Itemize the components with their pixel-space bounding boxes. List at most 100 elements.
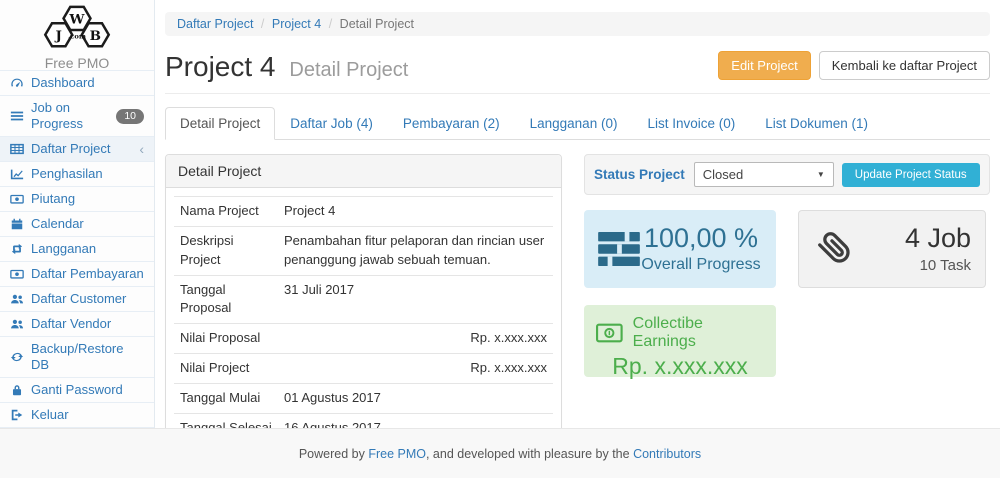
sidebar-item-dashboard[interactable]: Dashboard <box>0 70 154 95</box>
tab-content: Detail Project Nama Project Project 4 De… <box>165 154 990 428</box>
svg-text:B: B <box>90 28 101 44</box>
list-icon <box>10 109 24 123</box>
stat-boxes-row-2: Collectibe Earnings Rp. x.xxx.xxx <box>584 305 990 377</box>
tab-pembayaran[interactable]: Pembayaran (2) <box>388 107 515 140</box>
table-icon <box>10 142 24 156</box>
progress-text: 100,00 % Overall Progress <box>640 224 762 275</box>
row-value: 01 Agustus 2017 <box>278 383 553 413</box>
svg-text:W: W <box>68 12 85 28</box>
sidebar-item-label: Daftar Customer <box>31 291 126 307</box>
contributors-link[interactable]: Contributors <box>633 447 701 461</box>
tab-langganan[interactable]: Langganan (0) <box>515 107 633 140</box>
sidebar-item-ganti-password[interactable]: Ganti Password <box>0 377 154 402</box>
detail-project-panel: Detail Project Nama Project Project 4 De… <box>165 154 562 428</box>
money-icon <box>596 323 623 343</box>
sidebar-item-label: Backup/Restore DB <box>31 341 144 373</box>
right-column: Status Project Closed ▼ Update Project S… <box>584 154 990 428</box>
breadcrumb-separator: / <box>261 17 264 31</box>
table-row: Tanggal Proposal 31 Juli 2017 <box>174 275 553 324</box>
status-project-label: Status Project <box>594 167 685 182</box>
earnings-header: Collectibe Earnings <box>596 315 764 351</box>
tab-list-invoice[interactable]: List Invoice (0) <box>632 107 750 140</box>
tab-daftar-job[interactable]: Daftar Job (4) <box>275 107 388 140</box>
edit-project-button[interactable]: Edit Project <box>718 51 810 80</box>
header-buttons: Edit Project Kembali ke daftar Project <box>718 51 990 80</box>
sidebar-item-label: Ganti Password <box>31 382 123 398</box>
row-value: Rp. x.xxx.xxx <box>278 324 553 354</box>
footer: Powered by Free PMO, and developed with … <box>0 428 1000 478</box>
sidebar-item-backup-restore-db[interactable]: Backup/Restore DB <box>0 336 154 377</box>
paperclip-icon <box>813 226 859 272</box>
money-icon <box>10 192 24 206</box>
sidebar-item-daftar-vendor[interactable]: Daftar Vendor <box>0 311 154 336</box>
jobs-value: 4 Job <box>859 224 971 254</box>
sidebar-item-daftar-pembayaran[interactable]: Daftar Pembayaran <box>0 261 154 286</box>
row-value: 16 Agustus 2017 <box>278 413 553 428</box>
progress-value: 100,00 % <box>640 224 762 254</box>
jobs-caption: 10 Task <box>859 257 971 274</box>
users-icon <box>10 292 24 306</box>
lock-icon <box>10 383 24 397</box>
sidebar-nav: Dashboard Job on Progress 10 Daftar Proj… <box>0 70 154 428</box>
sidebar-item-label: Job on Progress <box>31 100 109 132</box>
update-project-status-button[interactable]: Update Project Status <box>842 163 980 187</box>
sidebar-item-label: Piutang <box>31 191 75 207</box>
jobs-text: 4 Job 10 Task <box>859 224 971 274</box>
footer-middle: , and developed with pleasure by the <box>426 447 633 461</box>
footer-text: Powered by Free PMO, and developed with … <box>299 447 701 461</box>
sidebar-item-label: Calendar <box>31 216 84 232</box>
table-row: Nilai Project Rp. x.xxx.xxx <box>174 354 553 384</box>
breadcrumb: Daftar Project / Project 4 / Detail Proj… <box>165 12 990 36</box>
tab-bar: Detail Project Daftar Job (4) Pembayaran… <box>165 107 990 140</box>
page-subtitle: Detail Project <box>289 59 408 81</box>
sidebar-item-keluar[interactable]: Keluar <box>0 402 154 427</box>
free-pmo-link[interactable]: Free PMO <box>368 447 426 461</box>
page-title: Project 4 <box>165 51 276 82</box>
sidebar-item-daftar-project[interactable]: Daftar Project ‹ <box>0 136 154 161</box>
row-label: Nilai Proposal <box>174 324 278 354</box>
sidebar-item-daftar-customer[interactable]: Daftar Customer <box>0 286 154 311</box>
chevron-left-icon: ‹ <box>139 143 144 155</box>
sidebar-item-label: Daftar Project <box>31 141 110 157</box>
refresh-icon <box>10 350 24 364</box>
breadcrumb-current: Detail Project <box>340 17 414 31</box>
app-layout: W J B .com Free PMO Dashboard Job on Pro… <box>0 0 1000 428</box>
progress-caption: Overall Progress <box>640 256 762 274</box>
page-title-group: Project 4 Detail Project <box>165 47 408 84</box>
sidebar-item-job-on-progress[interactable]: Job on Progress 10 <box>0 95 154 136</box>
tab-list-dokumen[interactable]: List Dokumen (1) <box>750 107 883 140</box>
sidebar-item-label: Penghasilan <box>31 166 103 182</box>
sidebar-item-calendar[interactable]: Calendar <box>0 211 154 236</box>
breadcrumb-project-4[interactable]: Project 4 <box>272 17 321 31</box>
table-row: Tanggal Selesai 16 Agustus 2017 <box>174 413 553 428</box>
page-header: Project 4 Detail Project Edit Project Ke… <box>165 47 990 94</box>
panel-body: Nama Project Project 4 Deskripsi Project… <box>166 188 561 428</box>
tab-detail-project[interactable]: Detail Project <box>165 107 275 140</box>
tasks-icon <box>598 231 640 267</box>
status-project-bar: Status Project Closed ▼ Update Project S… <box>584 154 990 195</box>
logo: W J B .com Free PMO <box>0 0 154 70</box>
svg-text:J: J <box>55 28 62 44</box>
money-icon <box>10 267 24 281</box>
table-row: Deskripsi Project Penambahan fitur pelap… <box>174 226 553 275</box>
footer-prefix: Powered by <box>299 447 368 461</box>
sidebar-item-label: Dashboard <box>31 75 95 91</box>
row-label: Deskripsi Project <box>174 226 278 275</box>
sidebar-item-penghasilan[interactable]: Penghasilan <box>0 161 154 186</box>
row-label: Nilai Project <box>174 354 278 384</box>
row-value: Project 4 <box>278 197 553 227</box>
status-select-value: Closed <box>703 167 743 182</box>
sidebar-item-label: Langganan <box>31 241 96 257</box>
retweet-icon <box>10 242 24 256</box>
sign-out-icon <box>10 408 24 422</box>
breadcrumb-daftar-project[interactable]: Daftar Project <box>177 17 253 31</box>
sidebar-item-piutang[interactable]: Piutang <box>0 186 154 211</box>
svg-text:.com: .com <box>68 33 86 41</box>
overall-progress-box: 100,00 % Overall Progress <box>584 210 776 288</box>
earnings-value: Rp. x.xxx.xxx <box>596 353 764 380</box>
sidebar: W J B .com Free PMO Dashboard Job on Pro… <box>0 0 155 428</box>
sidebar-item-langganan[interactable]: Langganan <box>0 236 154 261</box>
jwb-logo-icon: W J B .com <box>32 4 122 54</box>
status-select[interactable]: Closed ▼ <box>694 162 834 187</box>
back-to-list-button[interactable]: Kembali ke daftar Project <box>819 51 990 80</box>
